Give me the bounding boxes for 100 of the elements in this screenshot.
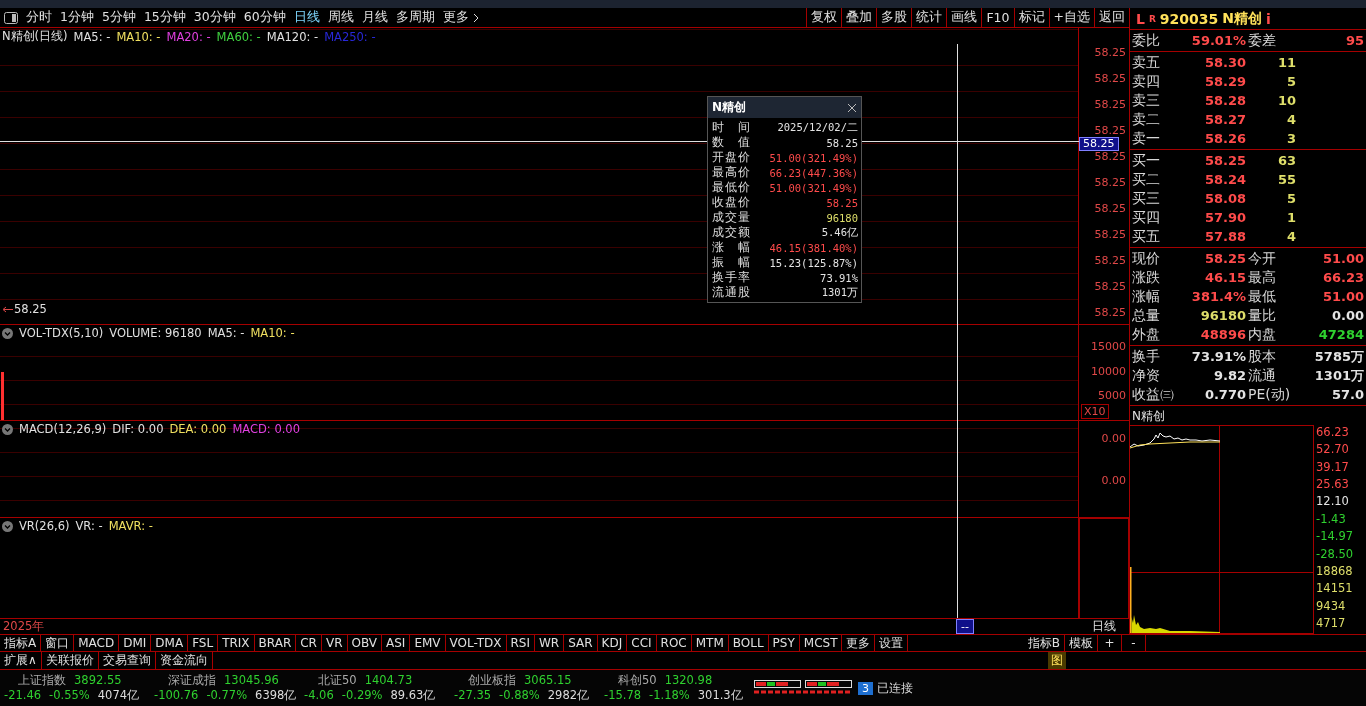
period-tab[interactable]: 分时 bbox=[22, 8, 56, 27]
indicator-tab[interactable]: TRIX bbox=[218, 634, 255, 652]
collapse-icon[interactable] bbox=[2, 520, 13, 532]
indicator-value: DEA: 0.00 bbox=[169, 422, 227, 436]
quote-value: 0.770 bbox=[1203, 387, 1246, 402]
indicator-tab[interactable]: PSY bbox=[768, 634, 800, 652]
indicator-tab[interactable]: MTM bbox=[691, 634, 729, 652]
order-level-label: 卖五 bbox=[1132, 54, 1161, 71]
axis-label: 25.63 bbox=[1316, 477, 1350, 492]
connection-status: 已连接 bbox=[877, 679, 913, 697]
indicator-tab[interactable]: 窗口 bbox=[41, 634, 75, 652]
indicator-value: MAVR: - bbox=[108, 519, 153, 533]
indicator-value: MA20: - bbox=[166, 29, 211, 44]
index-change: -100.76 bbox=[154, 688, 199, 703]
indicator-tab[interactable]: EMV bbox=[410, 634, 446, 652]
toolbar-button[interactable]: F10 bbox=[981, 8, 1014, 27]
index-name: 创业板指 bbox=[467, 673, 516, 688]
axis-label: 4717 bbox=[1316, 615, 1347, 630]
toolbar-button[interactable]: 统计 bbox=[911, 8, 947, 27]
toolbar-button[interactable]: 复权 bbox=[806, 8, 842, 27]
indicator-tab[interactable]: DMI bbox=[119, 634, 152, 652]
indicator-tab[interactable]: CR bbox=[296, 634, 322, 652]
tooltip-label: 数值 bbox=[712, 135, 750, 150]
index-change: -27.35 bbox=[454, 688, 492, 703]
quote-value: 58.25 bbox=[1203, 251, 1246, 266]
collapse-icon[interactable] bbox=[2, 327, 13, 339]
sidebar-toggle-icon[interactable] bbox=[4, 11, 18, 24]
indicator-tab[interactable]: OBV bbox=[347, 634, 383, 652]
order-level-label: 卖二 bbox=[1132, 111, 1161, 128]
indicator-tab[interactable]: 设置 bbox=[875, 634, 909, 652]
toolbar-button[interactable]: +自选 bbox=[1048, 8, 1094, 27]
last-price-label: 58.25 bbox=[14, 302, 47, 316]
indicator-tab[interactable]: WR bbox=[535, 634, 565, 652]
indicator-tab[interactable]: 指标B bbox=[1023, 634, 1065, 652]
quote-label: 外盘 bbox=[1132, 326, 1161, 343]
zoom-button[interactable]: + bbox=[1098, 634, 1122, 652]
indicator-tab[interactable]: DMA bbox=[151, 634, 189, 652]
order-level-label: 卖一 bbox=[1132, 130, 1161, 147]
axis-label: 58.25 bbox=[1094, 229, 1127, 241]
axis-label: 52.70 bbox=[1316, 442, 1350, 457]
order-level-label: 买二 bbox=[1132, 171, 1161, 188]
axis-label: 39.17 bbox=[1316, 459, 1350, 474]
tooltip-label: 成交额 bbox=[712, 225, 750, 240]
indicator-tab[interactable]: SAR bbox=[564, 634, 598, 652]
indicator-tab[interactable]: VOL-TDX bbox=[445, 634, 507, 652]
period-tab[interactable]: 日线 bbox=[289, 8, 324, 27]
indicator-tab[interactable]: KDJ bbox=[597, 634, 628, 652]
indicator-tab[interactable]: CCI bbox=[627, 634, 657, 652]
period-tab[interactable]: 更多 bbox=[438, 8, 484, 27]
indicator-tab[interactable]: MCST bbox=[799, 634, 843, 652]
toolbar-button[interactable]: 返回 bbox=[1094, 8, 1129, 27]
zoom-button[interactable]: - bbox=[1122, 634, 1146, 652]
indicator-tab[interactable]: FSL bbox=[188, 634, 219, 652]
axis-label: 9434 bbox=[1316, 598, 1347, 613]
period-tab[interactable]: 多周期 bbox=[391, 8, 439, 27]
indicator-value: VOLUME: 96180 bbox=[109, 326, 202, 340]
extra-tab[interactable]: 交易查询 bbox=[98, 652, 156, 669]
toolbar-button[interactable]: 标记 bbox=[1013, 8, 1049, 27]
quote-label: 股本 bbox=[1247, 348, 1277, 365]
indicator-tab[interactable]: MACD bbox=[74, 634, 120, 652]
indicator-tab[interactable]: 更多 bbox=[842, 634, 876, 652]
indicator-value: MA10: - bbox=[116, 29, 161, 44]
scale-label: X10 bbox=[1081, 404, 1109, 419]
quote-label: 今开 bbox=[1247, 250, 1277, 267]
collapse-icon[interactable] bbox=[2, 423, 13, 435]
indicator-tab[interactable]: VR bbox=[321, 634, 348, 652]
extra-tab[interactable]: 扩展∧ bbox=[0, 652, 42, 669]
toolbar-button[interactable]: 画线 bbox=[946, 8, 982, 27]
tooltip-label: 成交量 bbox=[712, 210, 750, 225]
quote-label: 现价 bbox=[1132, 250, 1161, 267]
period-tab[interactable]: 60分钟 bbox=[239, 8, 290, 27]
period-tab[interactable]: 15分钟 bbox=[139, 8, 190, 27]
quote-label: 净资 bbox=[1132, 367, 1161, 384]
market-label: L bbox=[1136, 10, 1145, 27]
info-link[interactable]: i bbox=[1266, 10, 1271, 27]
tooltip-value: 1301万 bbox=[821, 285, 858, 300]
indicator-tab[interactable]: ROC bbox=[656, 634, 692, 652]
chart-toggle-button[interactable]: 图 bbox=[1048, 652, 1066, 669]
extra-tab[interactable]: 关联报价 bbox=[41, 652, 99, 669]
period-tab[interactable]: 5分钟 bbox=[97, 8, 140, 27]
indicator-tab[interactable]: BOLL bbox=[728, 634, 769, 652]
indicator-value: MA60: - bbox=[216, 29, 261, 44]
indicator-tab[interactable]: 指标A bbox=[0, 634, 42, 652]
quote-value: 51.00 bbox=[1321, 289, 1364, 304]
indicator-tab[interactable]: 模板 bbox=[1065, 634, 1098, 652]
close-icon[interactable] bbox=[847, 102, 857, 113]
period-tab[interactable]: 周线 bbox=[323, 8, 358, 27]
indicator-tab[interactable]: ASI bbox=[382, 634, 411, 652]
extra-tab[interactable]: 资金流向 bbox=[155, 652, 213, 669]
indicator-value: MA5: - bbox=[73, 29, 111, 44]
indicator-tab[interactable]: RSI bbox=[506, 634, 535, 652]
toolbar-button[interactable]: 多股 bbox=[876, 8, 912, 27]
toolbar-button[interactable]: 叠加 bbox=[841, 8, 877, 27]
indicator-tab[interactable]: BRAR bbox=[254, 634, 297, 652]
period-tab[interactable]: 30分钟 bbox=[189, 8, 240, 27]
period-tab[interactable]: 1分钟 bbox=[56, 8, 98, 27]
period-tab[interactable]: 月线 bbox=[357, 8, 392, 27]
order-price: 58.25 bbox=[1203, 153, 1246, 168]
quote-value: 9.82 bbox=[1212, 368, 1246, 383]
tooltip-label: 最低价 bbox=[712, 180, 750, 195]
